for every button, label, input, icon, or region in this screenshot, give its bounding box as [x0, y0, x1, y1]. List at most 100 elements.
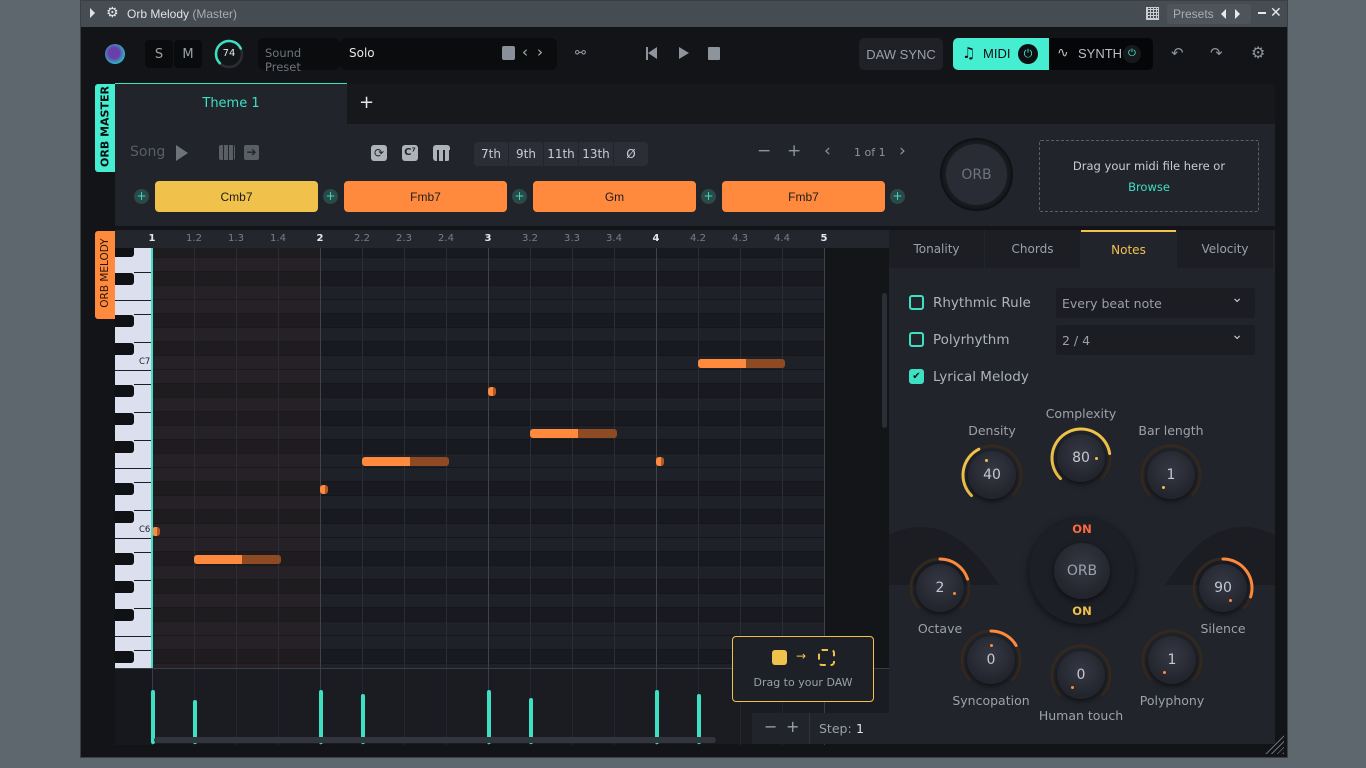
- play-icon[interactable]: [679, 47, 689, 59]
- tab-chords[interactable]: Chords: [985, 230, 1080, 268]
- midi-note[interactable]: [530, 428, 618, 438]
- add-theme-button[interactable]: +: [359, 92, 374, 113]
- undo-icon[interactable]: ↶: [1171, 44, 1184, 62]
- daw-sync-button[interactable]: DAW SYNC: [859, 38, 943, 70]
- black-key[interactable]: [115, 441, 134, 453]
- add-chord-button[interactable]: +: [323, 189, 338, 204]
- extension-button-2[interactable]: 11th: [544, 142, 578, 166]
- voicing-icon[interactable]: [433, 145, 450, 161]
- vertical-scrollbar[interactable]: [882, 293, 887, 428]
- zoom-in-button[interactable]: +: [787, 141, 801, 161]
- black-key[interactable]: [115, 273, 134, 285]
- chord-type-icon[interactable]: C⁷: [402, 145, 418, 161]
- bar-length-knob[interactable]: 1: [1147, 451, 1195, 499]
- extension-button-4[interactable]: Ø: [614, 142, 648, 166]
- black-key[interactable]: [115, 609, 134, 621]
- polyphony-knob[interactable]: 1: [1148, 636, 1196, 684]
- dropdown-rhythmic-rule[interactable]: Every beat note ⌄: [1056, 288, 1255, 318]
- black-key[interactable]: [115, 581, 134, 593]
- density-knob[interactable]: 40: [968, 451, 1016, 499]
- silence-knob[interactable]: 90: [1199, 564, 1247, 612]
- midi-power-icon[interactable]: ⏻: [1018, 44, 1038, 64]
- theme-tab-1[interactable]: Theme 1: [115, 83, 347, 124]
- step-decrease-button[interactable]: −: [764, 717, 777, 736]
- checkbox-lyrical-melody[interactable]: ✔: [909, 369, 924, 384]
- tab-notes[interactable]: Notes: [1081, 230, 1176, 268]
- orb-melody-tab[interactable]: ORB MELODY: [95, 231, 115, 319]
- sound-preset-select[interactable]: Solo ‹ ›: [340, 38, 557, 70]
- black-key[interactable]: [115, 553, 134, 565]
- playhead[interactable]: [151, 248, 153, 668]
- extension-button-1[interactable]: 9th: [509, 142, 543, 166]
- complexity-knob[interactable]: 80: [1057, 434, 1105, 482]
- drag-to-daw-box[interactable]: → Drag to your DAW: [732, 636, 874, 702]
- add-chord-button[interactable]: +: [134, 189, 149, 204]
- midi-note[interactable]: [656, 456, 665, 466]
- orb-top-state[interactable]: ON: [1029, 522, 1135, 536]
- add-chord-button[interactable]: +: [512, 189, 527, 204]
- chord-block[interactable]: Fmb7: [722, 181, 885, 212]
- piano-keyboard[interactable]: C7 C6: [115, 248, 152, 668]
- export-arrow-icon[interactable]: ➔: [244, 145, 259, 160]
- midi-mode-button[interactable]: ♫ MIDI ⏻: [953, 38, 1049, 70]
- extension-button-3[interactable]: 13th: [579, 142, 613, 166]
- stop-icon[interactable]: [708, 47, 720, 60]
- regenerate-icon[interactable]: ⟳: [371, 145, 387, 161]
- mute-button[interactable]: M: [174, 40, 202, 68]
- page-prev-button[interactable]: ‹: [824, 141, 831, 161]
- settings-icon[interactable]: ⚙: [1251, 43, 1265, 62]
- chord-block[interactable]: Fmb7: [344, 181, 507, 212]
- song-play-icon[interactable]: [176, 145, 188, 161]
- black-key[interactable]: [115, 315, 134, 327]
- midi-note[interactable]: [194, 554, 282, 564]
- black-key[interactable]: [115, 511, 134, 523]
- link-icon[interactable]: ⚯: [575, 46, 586, 61]
- synth-mode-button[interactable]: ∿ SYNTH ⏻: [1049, 38, 1153, 70]
- skip-back-triangle[interactable]: [648, 47, 657, 59]
- orb-bottom-state[interactable]: ON: [1029, 604, 1135, 618]
- synth-power-icon[interactable]: ⏻: [1123, 45, 1141, 63]
- checkbox-polyrhythm[interactable]: [909, 332, 924, 347]
- velocity-bar[interactable]: [151, 690, 155, 744]
- velocity-bar[interactable]: [487, 690, 491, 744]
- orb-center-button[interactable]: ORB: [1054, 543, 1110, 599]
- midi-drop-zone[interactable]: Drag your midi file here or Browse: [1039, 140, 1259, 212]
- presets-selector[interactable]: Presets: [1167, 4, 1251, 24]
- zoom-out-button[interactable]: −: [757, 141, 771, 161]
- syncopation-knob[interactable]: 0: [967, 636, 1015, 684]
- midi-note[interactable]: [362, 456, 450, 466]
- midi-note[interactable]: [488, 386, 497, 396]
- midi-note[interactable]: [320, 484, 329, 494]
- preset-next-icon[interactable]: [1235, 9, 1240, 19]
- browse-link[interactable]: Browse: [1040, 180, 1258, 194]
- redo-icon[interactable]: ↷: [1210, 44, 1223, 62]
- grid-icon[interactable]: [1146, 7, 1159, 20]
- orb-master-tab[interactable]: ORB MASTER: [95, 84, 115, 172]
- checkbox-rhythmic-rule[interactable]: [909, 295, 924, 310]
- tab-tonality[interactable]: Tonality: [889, 230, 984, 268]
- velocity-bar[interactable]: [319, 690, 323, 744]
- midi-note[interactable]: [152, 526, 161, 536]
- next-preset-icon[interactable]: ›: [537, 43, 543, 61]
- velocity-bar[interactable]: [655, 690, 659, 744]
- orb-button[interactable]: ORB: [946, 144, 1007, 205]
- black-key[interactable]: [115, 385, 134, 397]
- prev-preset-icon[interactable]: ‹: [522, 43, 528, 61]
- orb-button-outer[interactable]: ORB: [940, 138, 1013, 211]
- black-key[interactable]: [115, 343, 134, 355]
- chord-block[interactable]: Cmb7: [155, 181, 318, 212]
- minimize-icon[interactable]: [1258, 12, 1266, 14]
- chord-block[interactable]: Gm: [533, 181, 696, 212]
- black-key[interactable]: [115, 651, 134, 663]
- note-grid[interactable]: [152, 248, 889, 668]
- piano-icon[interactable]: [219, 145, 235, 160]
- octave-knob[interactable]: 2: [916, 564, 964, 612]
- extension-button-0[interactable]: 7th: [474, 142, 508, 166]
- human-touch-knob[interactable]: 0: [1057, 651, 1105, 699]
- midi-note[interactable]: [698, 358, 786, 368]
- dropdown-polyrhythm[interactable]: 2 / 4 ⌄: [1056, 325, 1255, 355]
- page-next-button[interactable]: ›: [899, 141, 906, 161]
- solo-button[interactable]: S: [145, 40, 173, 68]
- black-key[interactable]: [115, 483, 134, 495]
- save-preset-icon[interactable]: [502, 46, 515, 60]
